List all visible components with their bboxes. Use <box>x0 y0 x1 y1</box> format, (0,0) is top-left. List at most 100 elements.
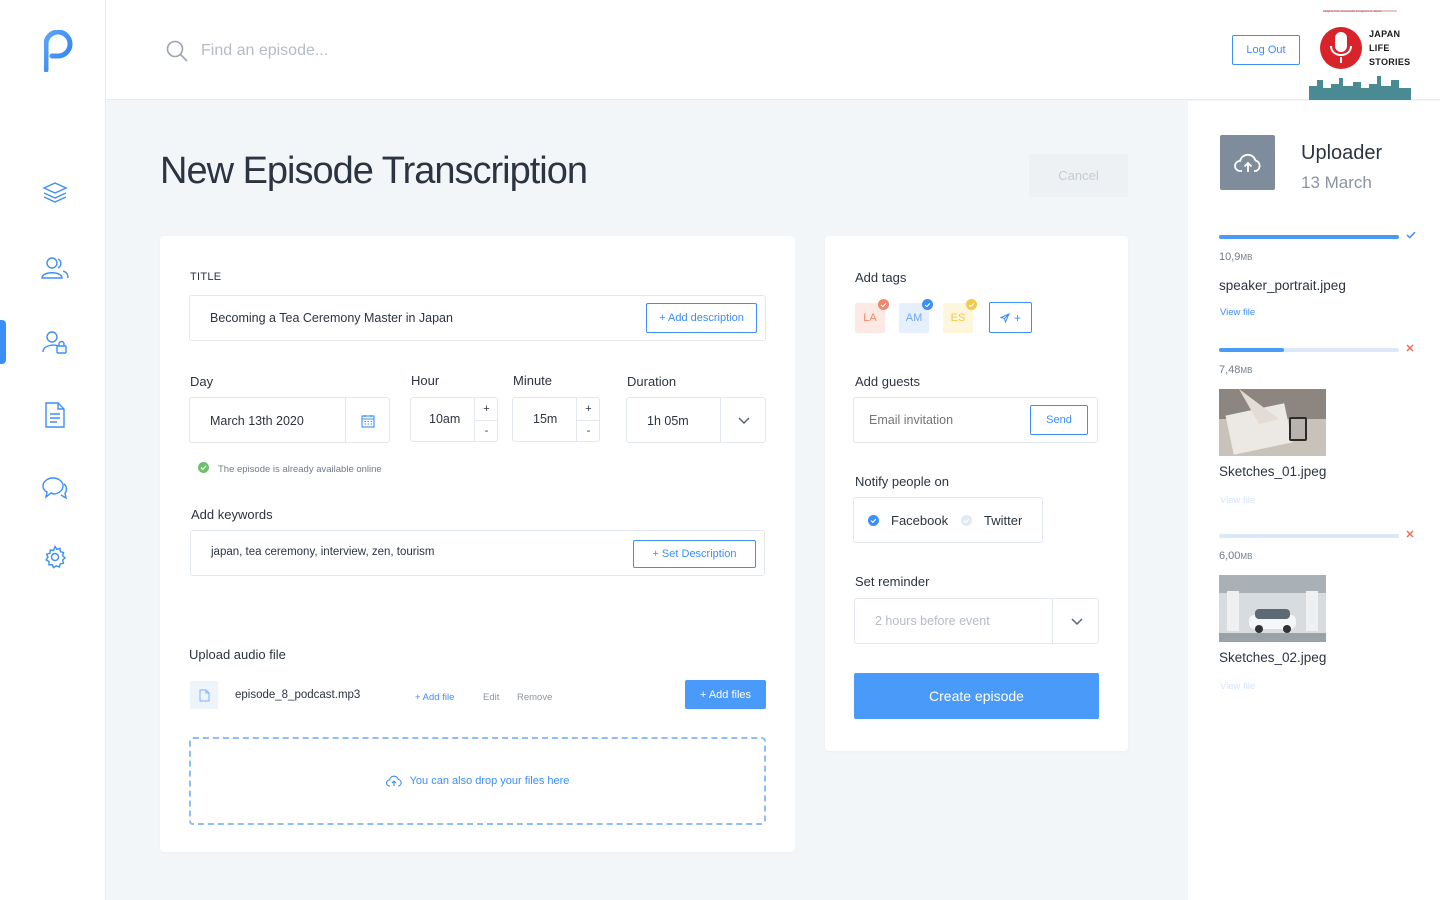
reminder-label: Set reminder <box>855 574 930 589</box>
view-file-link[interactable]: View file <box>1220 307 1255 318</box>
create-episode-button[interactable]: Create episode <box>854 673 1099 719</box>
uploader-title: Uploader <box>1301 142 1383 164</box>
search-icon <box>166 40 188 62</box>
tag-chip-label: LA <box>863 312 877 324</box>
episode-options-card: Add tags LA AM ES + Add guests Send Notify… <box>825 236 1128 751</box>
notify-facebook-label[interactable]: Facebook <box>891 513 948 528</box>
cancel-button[interactable]: Cancel <box>1029 154 1128 197</box>
cancel-upload-close-icon[interactable] <box>1406 530 1414 541</box>
title-value: Becoming a Tea Ceremony Master in Japan <box>210 311 453 325</box>
notify-label: Notify people on <box>855 474 949 489</box>
availability-note: The episode is already available online <box>218 464 382 475</box>
sidebar-item-documents[interactable] <box>40 400 70 430</box>
user-lock-icon <box>42 331 67 354</box>
upload-complete-check-icon <box>1406 231 1416 242</box>
guest-email-field[interactable]: Send <box>853 397 1098 443</box>
set-description-button[interactable]: + Set Description <box>633 540 756 568</box>
upload-progress-bar <box>1219 348 1399 352</box>
title-label: TITLE <box>190 271 222 283</box>
file-size-value: 7,48 <box>1219 364 1241 376</box>
keywords-value: japan, tea ceremony, interview, zen, tou… <box>211 546 435 558</box>
sidebar-item-users[interactable] <box>40 253 70 283</box>
twitter-unchecked-icon[interactable] <box>961 515 972 526</box>
search-input[interactable] <box>201 36 601 66</box>
add-description-button[interactable]: + Add description <box>646 303 757 333</box>
uploader-icon-box <box>1220 135 1275 190</box>
day-field[interactable]: March 13th 2020 <box>189 397 390 443</box>
reminder-select[interactable]: 2 hours before event <box>854 598 1099 644</box>
day-field-divider <box>345 398 346 442</box>
chevron-down-icon <box>1071 618 1083 626</box>
edit-file-link[interactable]: Edit <box>483 692 499 703</box>
sidebar-item-account[interactable] <box>40 327 70 357</box>
minute-value: 15m <box>533 412 558 426</box>
hour-value: 10am <box>429 412 461 426</box>
layers-icon <box>42 182 68 203</box>
hour-decrement-button[interactable]: - <box>475 419 498 442</box>
cloud-upload-icon <box>385 775 402 787</box>
nav-active-indicator <box>0 320 6 364</box>
minute-field[interactable]: 15m + - <box>512 397 600 442</box>
hour-field[interactable]: 10am + - <box>410 397 498 442</box>
minute-decrement-button[interactable]: - <box>577 419 600 442</box>
reminder-value: 2 hours before event <box>875 614 990 628</box>
audio-file-icon-box <box>190 681 218 709</box>
upload-progress-bar <box>1219 534 1399 538</box>
file-size: 10,9MB <box>1219 251 1252 263</box>
tag-check-badge-icon <box>878 299 889 310</box>
podcast-brand-line3: STORIES <box>1369 57 1411 67</box>
gear-icon <box>45 545 67 569</box>
remove-file-link[interactable]: Remove <box>517 692 552 703</box>
podcast-avatar[interactable]: Insights from successful foreigners in J… <box>1309 0 1411 100</box>
podcast-brand-line1: JAPAN <box>1369 29 1401 39</box>
duration-select[interactable]: 1h 05m <box>626 397 766 443</box>
send-invite-button[interactable]: Send <box>1030 405 1088 435</box>
file-dropzone[interactable]: You can also drop your files here <box>189 737 766 825</box>
upload-progress-bar <box>1219 235 1399 239</box>
upload-progress-fill <box>1219 348 1284 352</box>
sidebar-item-layers[interactable] <box>40 178 70 208</box>
add-files-button[interactable]: + Add files <box>685 680 766 709</box>
file-thumbnail[interactable] <box>1219 575 1326 642</box>
minute-stepper: + - <box>576 398 600 441</box>
cancel-upload-close-icon[interactable] <box>1406 344 1414 355</box>
document-icon <box>45 402 65 428</box>
facebook-checked-icon[interactable] <box>868 515 879 526</box>
file-size-value: 10,9 <box>1219 251 1241 263</box>
day-label: Day <box>190 374 214 389</box>
calendar-icon[interactable] <box>361 414 375 428</box>
hour-stepper: + - <box>474 398 498 441</box>
view-file-link[interactable]: View file <box>1220 495 1255 506</box>
file-name: speaker_portrait.jpeg <box>1219 278 1346 293</box>
duration-divider <box>720 398 721 442</box>
add-file-link[interactable]: + Add file <box>415 692 454 703</box>
minute-increment-button[interactable]: + <box>577 398 600 420</box>
file-icon <box>199 689 209 701</box>
view-file-link[interactable]: View file <box>1220 681 1255 692</box>
hour-increment-button[interactable]: + <box>475 398 498 420</box>
title-field[interactable]: Becoming a Tea Ceremony Master in Japan … <box>189 295 766 341</box>
tag-chip[interactable]: AM <box>899 299 933 333</box>
notify-twitter-label[interactable]: Twitter <box>984 513 1022 528</box>
uploader-panel: Uploader 13 March 10,9MB speaker_portrait… <box>1188 101 1440 900</box>
drop-hint: You can also drop your files here <box>409 775 570 787</box>
logout-button[interactable]: Log Out <box>1232 35 1300 65</box>
tag-chip-label: AM <box>905 312 923 324</box>
tag-chip[interactable]: ES <box>943 299 977 333</box>
file-name: Sketches_01.jpeg <box>1219 464 1327 479</box>
file-thumbnail[interactable] <box>1219 389 1326 456</box>
guest-email-input[interactable] <box>869 410 1019 430</box>
sidebar-item-messages[interactable] <box>40 473 70 503</box>
uploader-date: 13 March <box>1301 173 1372 192</box>
keywords-field[interactable]: japan, tea ceremony, interview, zen, tou… <box>190 530 765 576</box>
minute-label: Minute <box>513 373 553 388</box>
sidebar-item-settings[interactable] <box>40 542 70 572</box>
app-logo[interactable] <box>44 30 78 72</box>
tag-chip[interactable]: LA <box>855 299 889 333</box>
tag-chip-label: ES <box>950 312 966 324</box>
tag-check-badge-icon <box>922 299 933 310</box>
add-tag-button[interactable]: + <box>989 302 1032 333</box>
page-title: New Episode Transcription <box>160 150 588 192</box>
day-value: March 13th 2020 <box>210 414 304 428</box>
file-name: Sketches_02.jpeg <box>1219 650 1327 665</box>
